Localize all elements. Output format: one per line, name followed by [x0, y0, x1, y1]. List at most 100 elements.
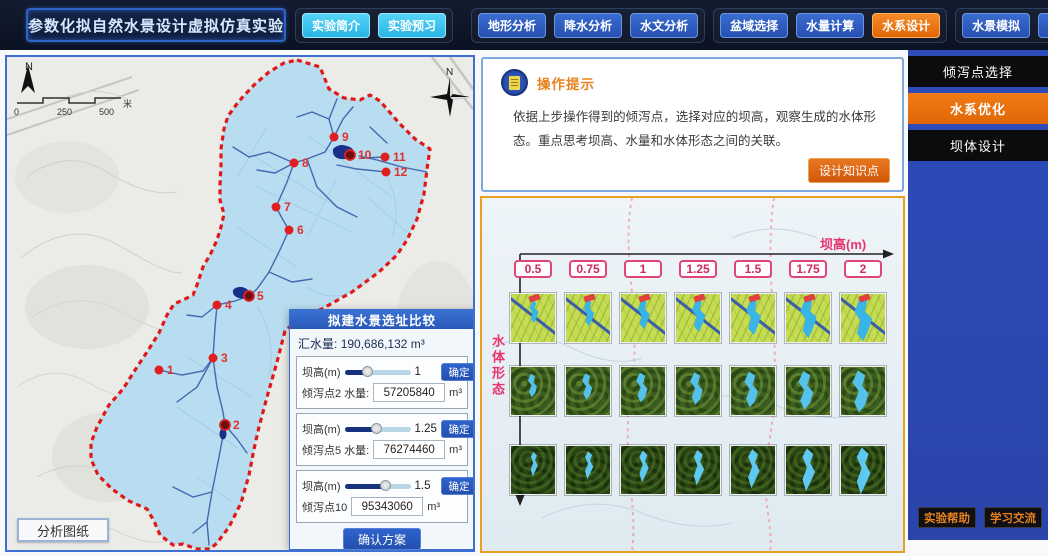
north-arrow: N	[21, 61, 35, 93]
app-window: 参数化拟自然水景设计虚拟仿真实验 实验简介实验预习 地形分析降水分析水文分析盆域…	[0, 0, 1048, 556]
volume-input[interactable]: 76274460	[373, 440, 445, 459]
svg-text:500: 500	[99, 107, 114, 117]
water-body-shape	[578, 372, 598, 401]
svg-text:12: 12	[394, 165, 408, 179]
water-body-shape	[847, 447, 880, 494]
water-form-thumbnail-row2-h2[interactable]	[840, 366, 886, 416]
dam-height-value-1.5[interactable]: 1.5	[734, 260, 772, 278]
top-navigation-bar: 参数化拟自然水景设计虚拟仿真实验 实验简介实验预习 地形分析降水分析水文分析盆域…	[0, 0, 1048, 50]
dam-height-value-0.75[interactable]: 0.75	[569, 260, 607, 278]
water-body-shape	[686, 371, 711, 407]
dam-height-matrix-panel: 坝高(m) 水体形态 0.50.7511.251.51.752	[480, 196, 905, 553]
water-form-thumbnail-row2-h1.75[interactable]	[785, 366, 831, 416]
water-body-shape	[633, 299, 654, 329]
footer-button-学习交流[interactable]: 学习交流	[984, 507, 1042, 528]
volume-unit: m³	[449, 444, 462, 456]
confirm-plan-button[interactable]: 确认方案	[343, 528, 421, 550]
water-body-shape	[740, 297, 766, 335]
water-form-thumbnail-row1-h0.5[interactable]	[510, 293, 556, 343]
water-form-thumbnail-row2-h1.5[interactable]	[730, 366, 776, 416]
svg-text:0: 0	[14, 107, 19, 117]
svg-text:5: 5	[257, 289, 264, 303]
water-body-shape	[579, 299, 598, 326]
slider-handle[interactable]	[362, 366, 373, 377]
water-body-shape	[686, 450, 711, 486]
water-form-thumbnail-row3-h1.75[interactable]	[785, 445, 831, 495]
dam-height-value-1[interactable]: 1	[624, 260, 662, 278]
nav-group-1: 地形分析降水分析水文分析	[471, 8, 705, 43]
slider-handle[interactable]	[371, 423, 382, 434]
volume-input[interactable]: 95343060	[351, 497, 423, 516]
water-form-thumbnail-row1-h2[interactable]	[840, 293, 886, 343]
slider-handle[interactable]	[380, 480, 391, 491]
right-sidebar: 倾泻点选择水系优化坝体设计 实验帮助学习交流	[908, 50, 1048, 540]
water-form-thumbnail-row1-h1[interactable]	[620, 293, 666, 343]
site-comparison-panel: 拟建水景选址比较 汇水量: 190,686,132 m³ 坝高(m)1确定倾泻点…	[289, 309, 475, 550]
water-body-shape	[579, 451, 599, 479]
nav-button-降水分析[interactable]: 降水分析	[554, 13, 622, 38]
nav-button-地形分析[interactable]: 地形分析	[478, 13, 546, 38]
water-form-thumbnail-row3-h2[interactable]	[840, 445, 886, 495]
water-body-shape	[632, 450, 654, 482]
svg-text:2: 2	[233, 418, 240, 432]
water-form-thumbnail-row3-h1.25[interactable]	[675, 445, 721, 495]
nav-button-实验报告[interactable]: 实验报告	[1038, 13, 1048, 38]
sidebar-item-倾泻点选择[interactable]: 倾泻点选择	[908, 56, 1048, 87]
nav-button-水量计算[interactable]: 水量计算	[796, 13, 864, 38]
header-button-实验预习[interactable]: 实验预习	[378, 13, 446, 38]
water-form-thumbnail-row3-h0.5[interactable]	[510, 445, 556, 495]
analysis-drawing-button[interactable]: 分析图纸	[17, 518, 109, 542]
nav-button-盆域选择[interactable]: 盆域选择	[720, 13, 788, 38]
main-nav: 地形分析降水分析水文分析盆域选择水量计算水系设计水景模拟实验报告	[471, 8, 1048, 43]
water-form-thumbnail-row3-h0.75[interactable]	[565, 445, 611, 495]
pour-point-10[interactable]: 10	[345, 148, 372, 162]
water-form-axis-label: 水体形态	[488, 334, 507, 398]
dam-height-label: 坝高(m)	[302, 421, 341, 437]
water-body-shape	[793, 369, 822, 411]
water-form-thumbnail-row1-h1.25[interactable]	[675, 293, 721, 343]
dam-height-value-2[interactable]: 2	[844, 260, 882, 278]
water-body-shape	[686, 298, 710, 332]
dam-config-row-3: 坝高(m)1.5确定倾泻点1095343060m³	[296, 470, 468, 523]
water-body-shape	[793, 448, 823, 491]
svg-text:3: 3	[221, 351, 228, 365]
dam-height-slider[interactable]	[345, 370, 411, 375]
svg-text:250: 250	[57, 107, 72, 117]
water-form-thumbnail-row1-h1.5[interactable]	[730, 293, 776, 343]
design-knowledge-button[interactable]: 设计知识点	[808, 158, 890, 183]
confirm-button[interactable]: 确定	[441, 420, 476, 438]
nav-button-水系设计[interactable]: 水系设计	[872, 13, 940, 38]
water-body-shape	[847, 296, 879, 341]
water-form-thumbnail-row2-h0.5[interactable]	[510, 366, 556, 416]
dam-height-value-0.5[interactable]: 0.5	[514, 260, 552, 278]
water-form-thumbnail-row2-h1.25[interactable]	[675, 366, 721, 416]
dam-height-slider[interactable]	[345, 484, 411, 489]
volume-input[interactable]: 57205840	[373, 383, 445, 402]
pour-point-volume-label: 倾泻点10	[302, 499, 347, 515]
svg-text:7: 7	[284, 200, 291, 214]
dam-config-row-2: 坝高(m)1.25确定倾泻点5 水量:76274460m³	[296, 413, 468, 466]
svg-text:9: 9	[342, 130, 349, 144]
page-title: 参数化拟自然水景设计虚拟仿真实验	[26, 8, 286, 42]
sidebar-item-坝体设计[interactable]: 坝体设计	[908, 130, 1048, 161]
water-form-thumbnail-row1-h1.75[interactable]	[785, 293, 831, 343]
dam-height-value-1.25[interactable]: 1.25	[679, 260, 717, 278]
confirm-button[interactable]: 确定	[441, 363, 476, 381]
dam-height-label: 坝高(m)	[302, 364, 341, 380]
header-button-实验简介[interactable]: 实验简介	[302, 13, 370, 38]
dam-height-value-1.75[interactable]: 1.75	[789, 260, 827, 278]
sidebar-item-水系优化[interactable]: 水系优化	[908, 93, 1048, 124]
footer-button-实验帮助[interactable]: 实验帮助	[918, 507, 976, 528]
nav-group-2: 盆域选择水量计算水系设计	[713, 8, 947, 43]
dam-height-slider[interactable]	[345, 427, 411, 432]
water-form-thumbnail-row3-h1[interactable]	[620, 445, 666, 495]
water-form-thumbnail-row1-h0.75[interactable]	[565, 293, 611, 343]
confirm-button[interactable]: 确定	[441, 477, 476, 495]
water-form-thumbnail-row3-h1.5[interactable]	[730, 445, 776, 495]
water-form-thumbnail-row2-h0.75[interactable]	[565, 366, 611, 416]
nav-button-水文分析[interactable]: 水文分析	[630, 13, 698, 38]
water-form-thumbnail-row2-h1[interactable]	[620, 366, 666, 416]
nav-button-水景模拟[interactable]: 水景模拟	[962, 13, 1030, 38]
water-body-shape	[526, 300, 542, 323]
document-icon	[501, 69, 528, 96]
